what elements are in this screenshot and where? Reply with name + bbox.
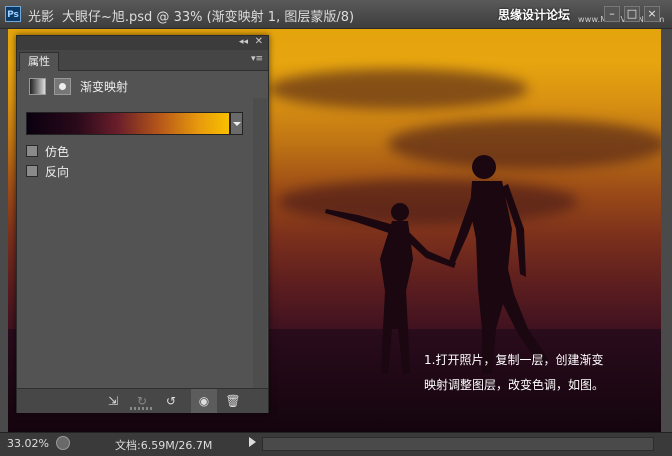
- panel-scrollbar[interactable]: [253, 98, 267, 388]
- layer-mask-icon[interactable]: [54, 78, 71, 95]
- horizontal-scrollbar[interactable]: [262, 437, 654, 451]
- reset-icon[interactable]: ↺: [163, 394, 179, 408]
- caption-line-2: 映射调整图层，改变色调，如图。: [424, 378, 605, 392]
- document-size: 文档:6.59M/26.7M: [115, 439, 213, 452]
- panel-header[interactable]: ◂◂ ✕: [17, 36, 268, 50]
- dither-label: 仿色: [45, 145, 70, 159]
- app-name: 光影: [28, 10, 55, 25]
- reverse-label: 反向: [45, 165, 70, 179]
- caption-line-1: 1.打开照片，复制一层，创建渐变: [424, 353, 604, 367]
- close-button[interactable]: ×: [644, 6, 660, 22]
- eye-icon: ◉: [198, 394, 210, 408]
- photoshop-logo-icon: Ps: [5, 6, 21, 22]
- gradient-map-icon[interactable]: [29, 78, 46, 95]
- panel-close-icon[interactable]: ✕: [255, 36, 263, 47]
- adjustment-title: 渐变映射: [80, 80, 129, 94]
- panel-menu-icon[interactable]: ▾≡: [251, 54, 263, 64]
- clip-to-layer-icon[interactable]: ⇲: [105, 394, 121, 408]
- zoom-level[interactable]: 33.02%: [7, 437, 49, 450]
- tab-properties[interactable]: 属性: [19, 52, 59, 71]
- gradient-preview[interactable]: [26, 112, 230, 135]
- dither-checkbox[interactable]: [26, 145, 38, 157]
- maximize-button[interactable]: □: [624, 6, 640, 22]
- view-previous-state-icon[interactable]: ↻: [134, 394, 150, 408]
- panel-tab-row: 属性 ▾≡: [17, 50, 268, 71]
- status-info-icon[interactable]: [56, 436, 70, 450]
- collapse-panel-icon[interactable]: ◂◂: [239, 37, 248, 47]
- document-title: 大眼仔~旭.psd @ 33% (渐变映射 1, 图层蒙版/8): [62, 10, 355, 25]
- trash-icon[interactable]: 🗑: [225, 394, 241, 408]
- status-menu-arrow-icon[interactable]: [249, 437, 256, 447]
- status-bar: 33.02% 文档:6.59M/26.7M: [0, 432, 672, 456]
- panel-resize-grip[interactable]: [130, 407, 152, 410]
- reverse-checkbox[interactable]: [26, 165, 38, 177]
- minimize-button[interactable]: –: [604, 6, 620, 22]
- properties-panel: ◂◂ ✕ 属性 ▾≡ 渐变映射 仿色 反向 ⇲ ↻ ↺ ◉ 🗑: [16, 35, 269, 413]
- gradient-dropdown-icon[interactable]: [230, 112, 243, 135]
- watermark-text: 思缘设计论坛: [498, 8, 571, 22]
- title-bar: Ps 光影 大眼仔~旭.psd @ 33% (渐变映射 1, 图层蒙版/8) 思…: [0, 0, 672, 29]
- visibility-toggle[interactable]: ◉: [191, 389, 217, 413]
